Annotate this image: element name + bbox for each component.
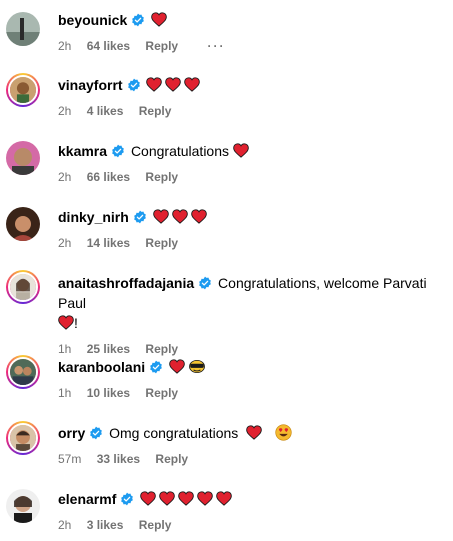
reply-button[interactable]: Reply bbox=[145, 236, 178, 250]
reply-button[interactable]: Reply bbox=[139, 518, 172, 532]
heart-emoji-icon bbox=[153, 209, 169, 224]
avatar[interactable] bbox=[6, 73, 40, 107]
comment-likes[interactable]: 66 likes bbox=[87, 170, 130, 184]
comment-text: Congratulations bbox=[130, 143, 229, 159]
comment-likes[interactable]: 10 likes bbox=[87, 386, 130, 400]
comment-time: 2h bbox=[58, 236, 72, 250]
heart-emoji-icon bbox=[169, 359, 185, 374]
verified-badge-icon bbox=[131, 13, 145, 27]
heart-emoji-icon bbox=[233, 143, 249, 158]
comment-likes[interactable]: 4 likes bbox=[87, 104, 124, 118]
comment-likes[interactable]: 64 likes bbox=[87, 39, 130, 53]
heart-emoji-icon bbox=[140, 491, 156, 506]
heart-emoji-icon bbox=[165, 77, 181, 92]
comment-time: 1h bbox=[58, 386, 72, 400]
heart-emoji-icon bbox=[146, 77, 162, 92]
avatar[interactable] bbox=[6, 141, 40, 175]
heart-emoji-icon bbox=[191, 209, 207, 224]
comment-username[interactable]: kkamra bbox=[58, 143, 107, 159]
verified-badge-icon bbox=[133, 210, 147, 224]
verified-badge-icon bbox=[149, 360, 163, 374]
comment-time: 2h bbox=[58, 518, 72, 532]
comment-username[interactable]: anaitashroffadajania bbox=[58, 275, 194, 291]
reply-button[interactable]: Reply bbox=[145, 342, 178, 356]
comment-likes[interactable]: 14 likes bbox=[87, 236, 130, 250]
avatar[interactable] bbox=[6, 12, 40, 46]
reply-button[interactable]: Reply bbox=[145, 39, 178, 53]
sunglasses-emoji-icon bbox=[189, 359, 205, 374]
comment-username[interactable]: vinayforrt bbox=[58, 77, 123, 93]
comment-time: 1h bbox=[58, 342, 72, 356]
heart-emoji-icon bbox=[159, 491, 175, 506]
comment-time: 2h bbox=[58, 170, 72, 184]
verified-badge-icon bbox=[127, 78, 141, 92]
comment-time: 2h bbox=[58, 39, 72, 53]
comment-username[interactable]: dinky_nirh bbox=[58, 209, 129, 225]
reply-button[interactable]: Reply bbox=[145, 386, 178, 400]
heart-emoji-icon bbox=[197, 491, 213, 506]
heart-emoji-icon bbox=[172, 209, 188, 224]
comment-likes[interactable]: 25 likes bbox=[87, 342, 130, 356]
reply-button[interactable]: Reply bbox=[155, 452, 188, 466]
avatar[interactable] bbox=[6, 207, 40, 241]
reply-button[interactable]: Reply bbox=[145, 170, 178, 184]
heart-emoji-icon bbox=[184, 77, 200, 92]
heart-emoji-icon bbox=[58, 315, 74, 330]
comment-time: 2h bbox=[58, 104, 72, 118]
comment-username[interactable]: elenarmf bbox=[58, 491, 116, 507]
heart-emoji-icon bbox=[246, 425, 262, 440]
comment-likes[interactable]: 3 likes bbox=[87, 518, 124, 532]
comment-time: 57m bbox=[58, 452, 82, 466]
comment-likes[interactable]: 33 likes bbox=[97, 452, 140, 466]
heart-emoji-icon bbox=[178, 491, 194, 506]
comment-text-end: ! bbox=[74, 315, 78, 331]
heart-eyes-emoji-icon bbox=[275, 424, 292, 441]
heart-emoji-icon bbox=[151, 12, 167, 27]
avatar[interactable] bbox=[6, 489, 40, 523]
verified-badge-icon bbox=[198, 276, 212, 290]
verified-badge-icon bbox=[120, 492, 134, 506]
verified-badge-icon bbox=[89, 426, 103, 440]
verified-badge-icon bbox=[111, 144, 125, 158]
comment-username[interactable]: orry bbox=[58, 425, 85, 441]
comment-username[interactable]: beyounick bbox=[58, 12, 127, 28]
comment-username[interactable]: karanboolani bbox=[58, 359, 145, 375]
avatar[interactable] bbox=[6, 421, 40, 455]
heart-emoji-icon bbox=[216, 491, 232, 506]
comment-text: Omg congratulations bbox=[109, 425, 239, 441]
more-options-icon[interactable]: ··· bbox=[207, 39, 225, 53]
reply-button[interactable]: Reply bbox=[139, 104, 172, 118]
avatar[interactable] bbox=[6, 355, 40, 389]
avatar[interactable] bbox=[6, 270, 40, 304]
